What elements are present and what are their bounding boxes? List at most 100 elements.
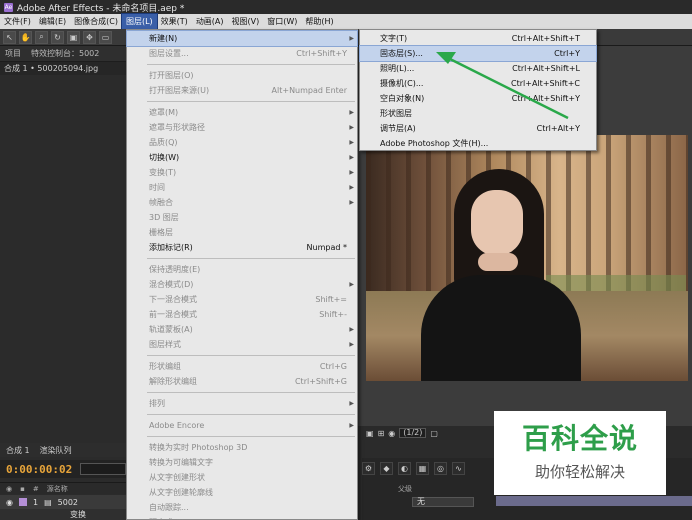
menu-item-label: 栅格层 <box>149 228 173 237</box>
layer-menu-item-34[interactable]: 从文字创建轮廓线 <box>127 485 357 500</box>
layer-menu-item-1[interactable]: 图层设置... Ctrl+Shift+Y <box>127 46 357 61</box>
layer-menu-item-3[interactable]: 打开图层(O) <box>127 68 357 83</box>
tab-comp-1[interactable]: 合成 1 <box>6 445 30 456</box>
layer-menu-item-32[interactable]: 转换为可编辑文字 <box>127 455 357 470</box>
layer-menu-item-4[interactable]: 打开图层来源(U) Alt+Numpad Enter <box>127 83 357 98</box>
layer-color-label[interactable] <box>18 498 27 506</box>
camera-icon[interactable]: ▣ <box>366 429 374 438</box>
region-icon[interactable]: ▢ <box>430 429 438 438</box>
composition-label: 合成 1 • 500205094.jpg <box>0 62 130 75</box>
motion-blur-icon[interactable]: ◎ <box>434 462 447 475</box>
layer-menu-item-13[interactable]: 3D 图层 <box>127 210 357 225</box>
layer-menu-item-25[interactable]: 解除形状编组 Ctrl+Shift+G <box>127 374 357 389</box>
menu-item-label: 时间 <box>149 183 165 192</box>
menu-item-label: 形状图层 <box>380 109 412 118</box>
menu-item-label: 遮罩(M) <box>149 108 179 117</box>
new-submenu: 文字(T) Ctrl+Alt+Shift+T 固态层(S)... Ctrl+Y 照明(L… <box>359 29 597 151</box>
layer-menu-item-21[interactable]: 轨道蒙板(A) ▶ <box>127 322 357 337</box>
new-submenu-item-6[interactable]: 调节层(A) Ctrl+Alt+Y <box>360 121 596 136</box>
label-icon[interactable]: # <box>33 485 39 493</box>
layer-menu-item-36[interactable]: 预合成(P)...Ctrl+Shift+C <box>127 515 357 520</box>
layer-menu-item-0[interactable]: 新建(N) ▶ <box>126 30 358 47</box>
layer-menu-item-35[interactable]: 自动跟踪... <box>127 500 357 515</box>
col-parent: 父级 <box>398 485 412 493</box>
layer-menu-item-8[interactable]: 品质(Q) ▶ <box>127 135 357 150</box>
hand-icon[interactable]: ✋ <box>19 30 32 44</box>
transform-row[interactable]: 变换 <box>0 509 130 520</box>
menu-item-label: 新建(N) <box>149 34 178 43</box>
layer-menu-item-6[interactable]: 遮罩(M) ▶ <box>127 105 357 120</box>
layer-menu-item-33[interactable]: 从文字创建形状 <box>127 470 357 485</box>
menu-item-label: 图层样式 <box>149 340 181 349</box>
layer-menu-item-19[interactable]: 下一混合模式 Shift+= <box>127 292 357 307</box>
zoom-icon[interactable]: ⌕ <box>35 30 48 44</box>
arrow-icon[interactable]: ↖ <box>3 30 16 44</box>
layer-menu-item-10[interactable]: 变换(T) ▶ <box>127 165 357 180</box>
menu-8[interactable]: 帮助(H) <box>301 14 337 29</box>
menu-item-label: Adobe Encore <box>149 421 205 430</box>
menu-item-label: 3D 图层 <box>149 213 179 222</box>
after-effects-logo-icon: Ae <box>4 2 13 12</box>
layer-menu-item-27[interactable]: 排列 ▶ <box>127 396 357 411</box>
parent-select[interactable]: 无 <box>412 497 474 507</box>
eye-icon[interactable]: ◉ <box>6 498 13 507</box>
frame-blend-icon[interactable]: ▦ <box>416 462 429 475</box>
layer-row[interactable]: ◉ 1 ▤ 5002 <box>0 495 130 509</box>
layer-menu-item-17[interactable]: 保持透明度(E) <box>127 262 357 277</box>
layer-menu-item-22[interactable]: 图层样式 ▶ <box>127 337 357 352</box>
comp-flow-icon[interactable]: ⚙ <box>362 462 375 475</box>
layer-menu-item-7[interactable]: 遮罩与形状路径 ▶ <box>127 120 357 135</box>
resolution-select[interactable]: (1/2) <box>399 428 427 438</box>
graph-editor-icon[interactable]: ∿ <box>452 462 465 475</box>
layer-menu-item-29[interactable]: Adobe Encore ▶ <box>127 418 357 433</box>
layer-name[interactable]: 5002 <box>58 498 78 507</box>
camera-icon[interactable]: ▣ <box>67 30 80 44</box>
new-submenu-item-2[interactable]: 照明(L)... Ctrl+Alt+Shift+L <box>360 61 596 76</box>
rotate-icon[interactable]: ↻ <box>51 30 64 44</box>
menu-separator <box>147 414 355 415</box>
layer-menu-item-20[interactable]: 前一混合模式 Shift+- <box>127 307 357 322</box>
rect-icon[interactable]: ▭ <box>99 30 112 44</box>
new-submenu-item-4[interactable]: 空白对象(N) Ctrl+Alt+Shift+Y <box>360 91 596 106</box>
layer-number: 1 <box>32 497 39 507</box>
tab-effect-controls[interactable]: 特效控制台：5002 <box>26 48 104 59</box>
layer-menu-item-15[interactable]: 添加标记(R) Numpad * <box>127 240 357 255</box>
menu-4[interactable]: 效果(T) <box>157 14 192 29</box>
menu-7[interactable]: 窗口(W) <box>263 14 301 29</box>
menu-item-label: 照明(L)... <box>380 64 415 73</box>
submenu-arrow-icon: ▶ <box>349 109 354 116</box>
new-submenu-item-0[interactable]: 文字(T) Ctrl+Alt+Shift+T <box>360 31 596 46</box>
layer-menu-item-14[interactable]: 栅格层 <box>127 225 357 240</box>
menu-1[interactable]: 编辑(E) <box>35 14 70 29</box>
menu-6[interactable]: 视图(V) <box>228 14 264 29</box>
layer-menu-item-11[interactable]: 时间 ▶ <box>127 180 357 195</box>
menu-5[interactable]: 动画(A) <box>192 14 228 29</box>
layer-menu-item-18[interactable]: 混合模式(D) ▶ <box>127 277 357 292</box>
color-icon[interactable]: ◉ <box>388 429 395 438</box>
layer-duration-bar[interactable] <box>496 496 692 506</box>
new-submenu-item-3[interactable]: 摄像机(C)... Ctrl+Alt+Shift+C <box>360 76 596 91</box>
new-submenu-item-1[interactable]: 固态层(S)... Ctrl+Y <box>359 45 597 62</box>
submenu-arrow-icon: ▶ <box>349 139 354 146</box>
menu-item-label: 轨道蒙板(A) <box>149 325 193 334</box>
layer-menu-item-9[interactable]: 切换(W) ▶ <box>127 150 357 165</box>
timecode[interactable]: 0:00:00:02 <box>6 463 72 476</box>
menu-0[interactable]: 文件(F) <box>0 14 35 29</box>
layer-menu-item-31[interactable]: 转换为实时 Photoshop 3D <box>127 440 357 455</box>
layer-menu-item-12[interactable]: 帧融合 ▶ <box>127 195 357 210</box>
menu-2[interactable]: 图像合成(C) <box>70 14 122 29</box>
timeline-search-input[interactable] <box>80 463 127 475</box>
pan-icon[interactable]: ✥ <box>83 30 96 44</box>
new-submenu-item-5[interactable]: 形状图层 <box>360 106 596 121</box>
lock-icon[interactable]: ▪ <box>20 485 25 493</box>
eye-icon[interactable]: ◉ <box>6 485 12 493</box>
hide-shy-icon[interactable]: ◐ <box>398 462 411 475</box>
col-source-name: 源名称 <box>46 484 68 493</box>
tab-project[interactable]: 项目 <box>0 48 26 59</box>
draft-3d-icon[interactable]: ◆ <box>380 462 393 475</box>
tab-render-queue[interactable]: 渲染队列 <box>40 445 72 456</box>
new-submenu-item-7[interactable]: Adobe Photoshop 文件(H)... <box>360 136 596 151</box>
grid-icon[interactable]: ⊞ <box>378 429 385 438</box>
layer-menu-item-24[interactable]: 形状编组 Ctrl+G <box>127 359 357 374</box>
menu-3[interactable]: 图层(L) <box>120 13 158 30</box>
